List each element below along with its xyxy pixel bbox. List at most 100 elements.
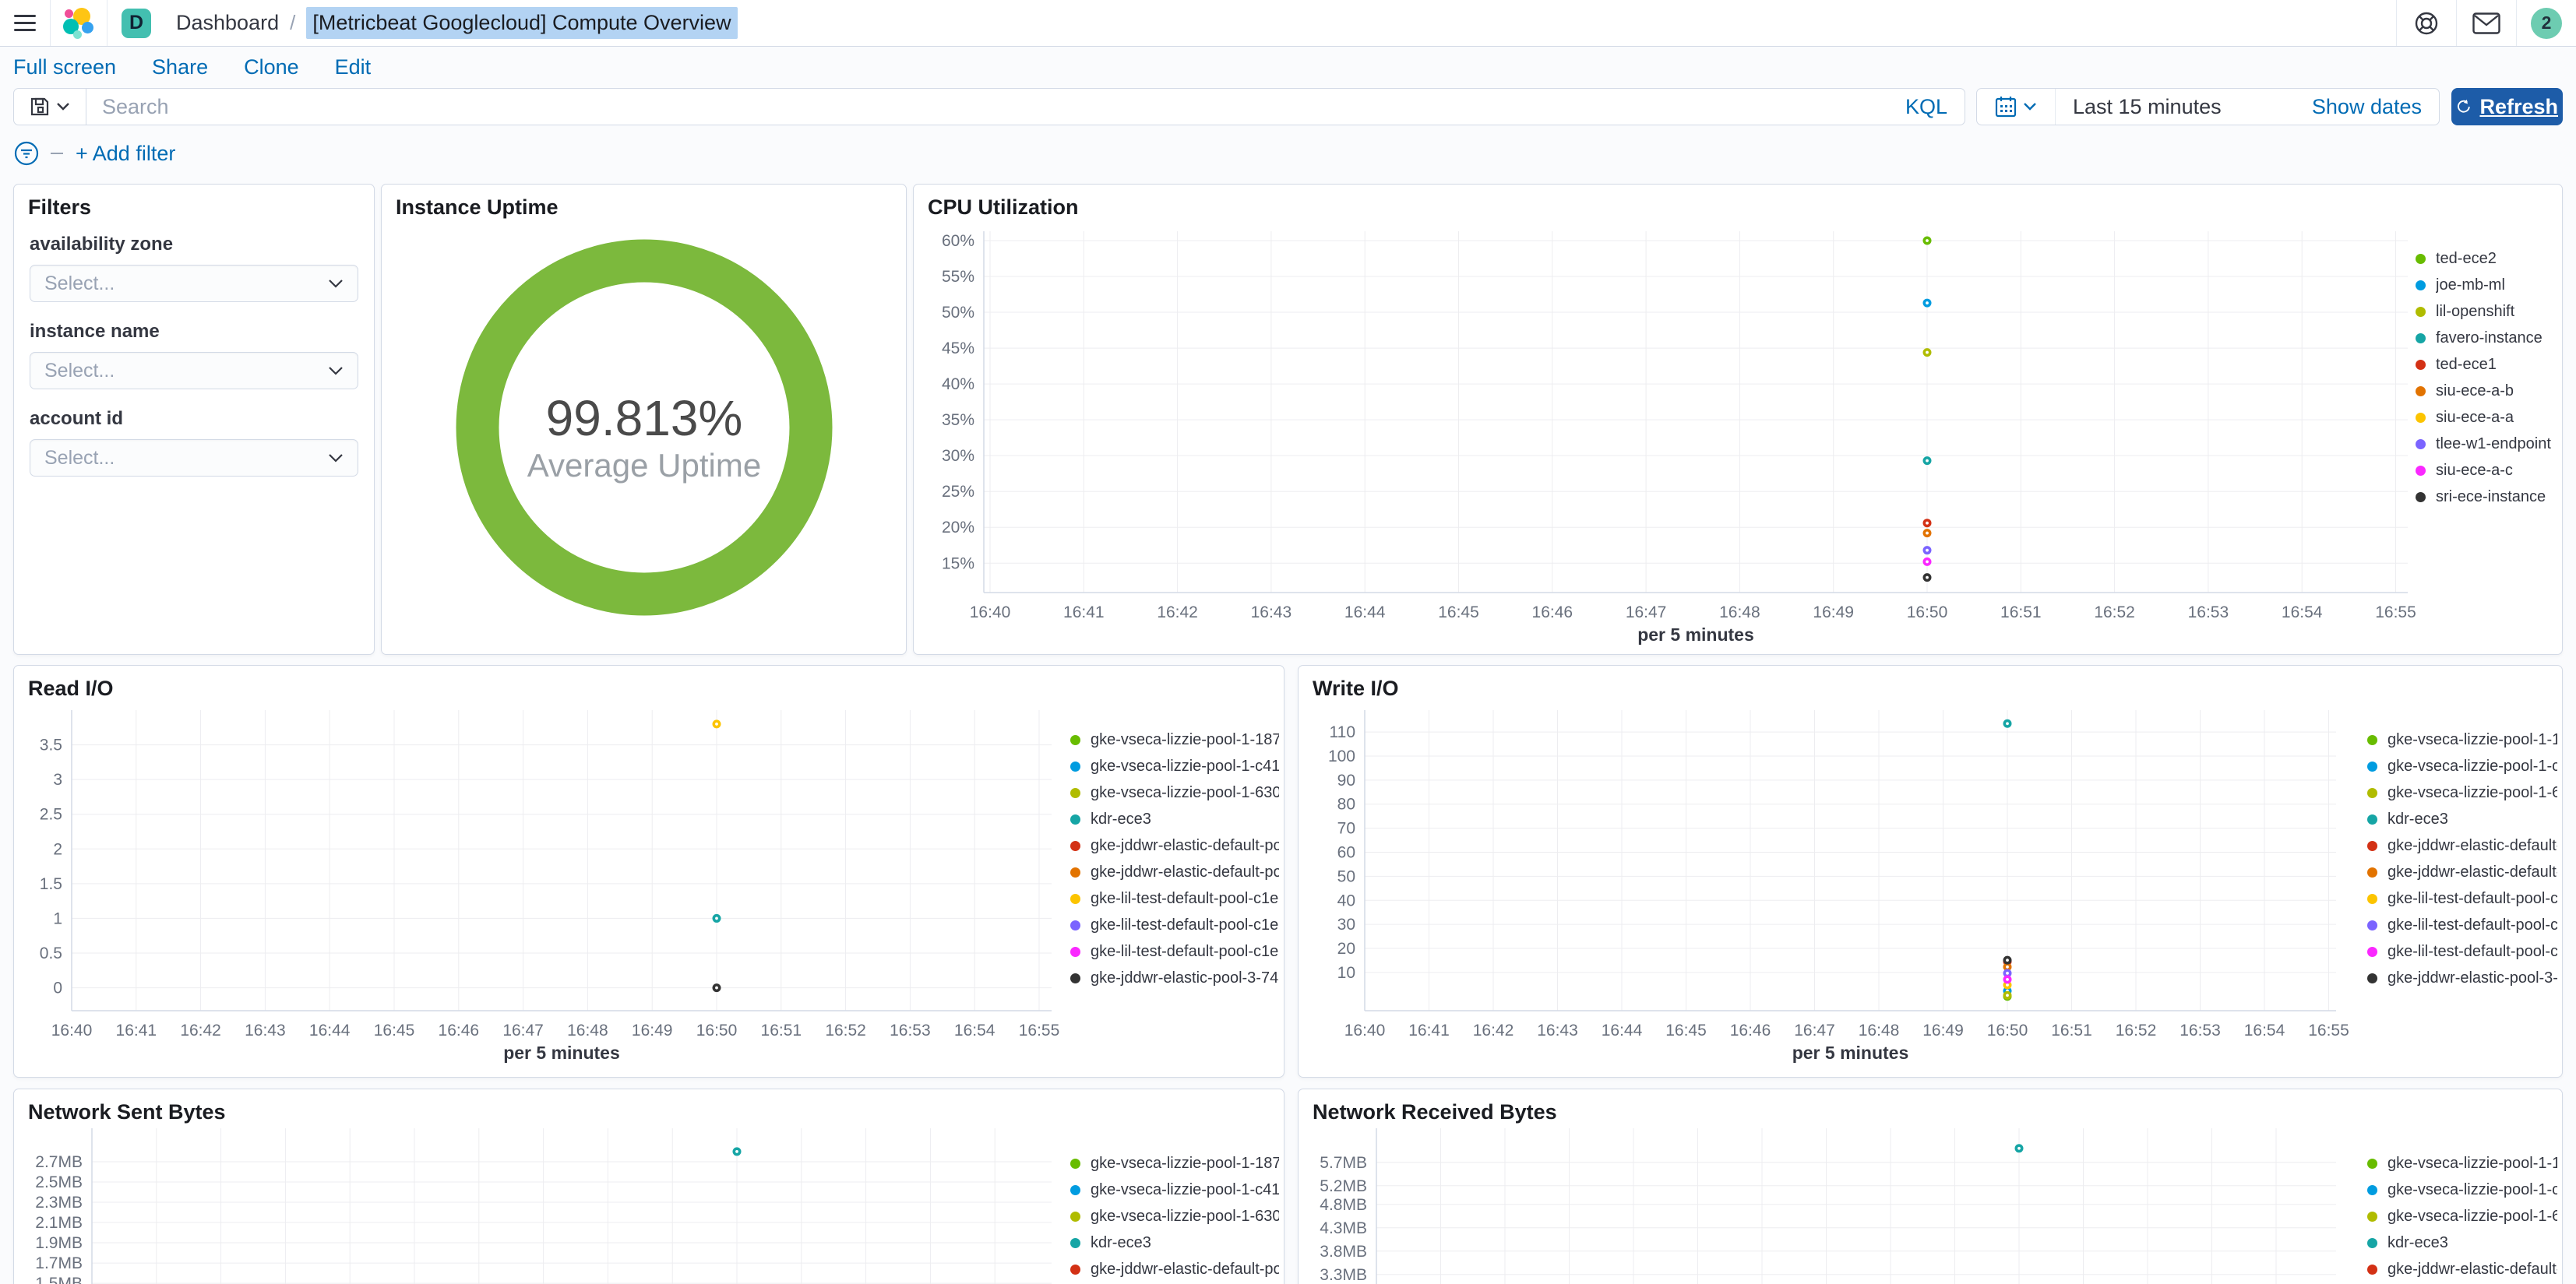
legend-item[interactable]: siu-ece-a-b [2416, 378, 2556, 404]
add-filter-button[interactable]: + Add filter [76, 142, 175, 166]
legend-item[interactable]: favero-instance [2416, 325, 2556, 351]
legend-item[interactable]: gke-jddwr-elastic-default-po... [2367, 1256, 2557, 1282]
legend-item[interactable]: kdr-ece3 [1070, 1229, 1279, 1256]
svg-text:16:52: 16:52 [2094, 603, 2135, 621]
legend-item[interactable]: gke-vseca-lizzie-pool-1-630... [1070, 779, 1279, 806]
svg-text:16:42: 16:42 [1157, 603, 1198, 621]
legend-series-dot [2367, 734, 2377, 745]
account-id-select[interactable]: Select... [30, 439, 358, 477]
time-range-value[interactable]: Last 15 minutes [2056, 89, 2312, 125]
svg-text:16:51: 16:51 [2051, 1022, 2092, 1040]
legend-item[interactable]: gke-jddwr-elastic-default-po... [1070, 832, 1279, 859]
legend-item[interactable]: gke-lil-test-default-pool-c1e... [1070, 912, 1279, 938]
svg-text:16:46: 16:46 [1532, 603, 1573, 621]
legend-item[interactable]: kdr-ece3 [1070, 806, 1279, 832]
network-sent-bytes-panel: Network Sent Bytes 16:4016:4116:4216:431… [13, 1089, 1284, 1284]
legend-item[interactable]: gke-lil-test-default-pool-c1e... [1070, 885, 1279, 912]
legend-item[interactable]: gke-jddwr-elastic-pool-3-74... [1070, 965, 1279, 991]
legend-series-label: gke-lil-test-default-pool-c1e... [2387, 916, 2557, 934]
instance-name-select[interactable]: Select... [30, 352, 358, 389]
legend-item[interactable]: gke-vseca-lizzie-pool-1-c417... [1070, 1177, 1279, 1203]
legend-item[interactable]: gke-vseca-lizzie-pool-1-630... [2367, 779, 2557, 806]
legend-item[interactable]: ted-ece1 [2416, 351, 2556, 378]
legend-item[interactable]: gke-lil-test-default-pool-c1e... [2367, 885, 2557, 912]
svg-text:16:53: 16:53 [890, 1022, 931, 1040]
svg-text:3: 3 [53, 771, 62, 789]
legend-item[interactable]: gke-lil-test-default-pool-c1e... [2367, 938, 2557, 965]
legend-series-label: gke-vseca-lizzie-pool-1-1877... [1091, 730, 1279, 748]
legend-series-label: joe-mb-ml [2436, 276, 2505, 294]
newsfeed-button[interactable] [2457, 0, 2516, 46]
svg-text:16:52: 16:52 [2116, 1022, 2157, 1040]
menu-button[interactable] [0, 0, 50, 46]
legend-item[interactable]: gke-jddwr-elastic-default-po... [1070, 859, 1279, 885]
svg-text:16:47: 16:47 [1794, 1022, 1835, 1040]
svg-text:16:41: 16:41 [1408, 1022, 1450, 1040]
legend-item[interactable]: gke-vseca-lizzie-pool-1-630... [1070, 1203, 1279, 1229]
svg-text:40%: 40% [942, 375, 974, 393]
calendar-icon [1995, 97, 2017, 118]
show-dates-link[interactable]: Show dates [2312, 89, 2439, 125]
clone-link[interactable]: Clone [244, 55, 299, 79]
legend-item[interactable]: gke-vseca-lizzie-pool-1-1877... [2367, 1150, 2557, 1177]
legend-item[interactable]: siu-ece-a-c [2416, 457, 2556, 484]
select-placeholder: Select... [44, 272, 115, 294]
network-sent-bytes-chart: 16:4016:4116:4216:4316:4416:4516:4616:47… [35, 1128, 1052, 1284]
space-badge[interactable]: D [122, 8, 151, 38]
legend-item[interactable]: gke-vseca-lizzie-pool-1-1877... [1070, 1150, 1279, 1177]
legend-item[interactable]: gke-vseca-lizzie-pool-1-1877... [1070, 726, 1279, 753]
chevron-down-icon [2024, 103, 2036, 111]
legend-item[interactable]: lil-openshift [2416, 298, 2556, 325]
legend-item[interactable]: siu-ece-a-a [2416, 404, 2556, 431]
legend-series-dot [2416, 438, 2426, 449]
refresh-button[interactable]: Refresh [2451, 88, 2563, 125]
legend-series-label: tlee-w1-endpoint [2436, 434, 2551, 452]
legend-item[interactable]: gke-vseca-lizzie-pool-1-c417... [2367, 1177, 2557, 1203]
svg-text:16:41: 16:41 [116, 1022, 157, 1040]
breadcrumb-dashboard[interactable]: Dashboard [176, 11, 279, 35]
legend-item[interactable]: tlee-w1-endpoint [2416, 431, 2556, 457]
elastic-logo[interactable] [51, 7, 107, 39]
user-menu-button[interactable]: 2 [2517, 0, 2576, 46]
svg-text:16:54: 16:54 [2282, 603, 2323, 621]
share-link[interactable]: Share [152, 55, 208, 79]
legend-item[interactable]: sri-ece-instance [2416, 484, 2556, 510]
legend-item[interactable]: gke-vseca-lizzie-pool-1-1877... [2367, 726, 2557, 753]
legend-item[interactable]: gke-jddwr-elastic-default-po... [1070, 1256, 1279, 1282]
legend-item[interactable]: joe-mb-ml [2416, 272, 2556, 298]
date-quick-select-button[interactable] [1977, 89, 2056, 125]
legend-item[interactable]: gke-vseca-lizzie-pool-1-630... [2367, 1203, 2557, 1229]
svg-text:1.9MB: 1.9MB [35, 1234, 83, 1252]
legend-item[interactable]: gke-lil-test-default-pool-c1e... [1070, 938, 1279, 965]
legend-series-dot [2416, 253, 2426, 264]
svg-text:16:49: 16:49 [632, 1022, 673, 1040]
legend-series-label: favero-instance [2436, 329, 2543, 347]
svg-text:16:54: 16:54 [2244, 1022, 2285, 1040]
legend-series-label: lil-openshift [2436, 302, 2515, 320]
svg-text:16:45: 16:45 [1665, 1022, 1707, 1040]
help-button[interactable] [2397, 0, 2456, 46]
legend-item[interactable]: ted-ece2 [2416, 245, 2556, 272]
edit-link[interactable]: Edit [335, 55, 372, 79]
search-input[interactable] [86, 89, 1888, 125]
svg-text:2.1MB: 2.1MB [35, 1214, 83, 1232]
legend-series-label: siu-ece-a-a [2436, 408, 2514, 426]
saved-query-button[interactable] [14, 89, 86, 125]
query-language-button[interactable]: KQL [1888, 89, 1965, 125]
legend-item[interactable]: kdr-ece3 [2367, 806, 2557, 832]
svg-text:16:45: 16:45 [374, 1022, 415, 1040]
filter-field-account-id: account id Select... [30, 408, 358, 477]
availability-zone-select[interactable]: Select... [30, 265, 358, 302]
filter-icon[interactable] [13, 140, 40, 167]
legend-item[interactable]: gke-lil-test-default-pool-c1e... [2367, 912, 2557, 938]
legend-item[interactable]: gke-jddwr-elastic-default-po... [2367, 832, 2557, 859]
legend-item[interactable]: gke-jddwr-elastic-default-po... [2367, 859, 2557, 885]
svg-text:16:49: 16:49 [1922, 1022, 1964, 1040]
legend-item[interactable]: kdr-ece3 [2367, 1229, 2557, 1256]
legend-item[interactable]: gke-jddwr-elastic-pool-3-74... [2367, 965, 2557, 991]
svg-text:16:44: 16:44 [309, 1022, 351, 1040]
full-screen-link[interactable]: Full screen [13, 55, 116, 79]
legend-item[interactable]: gke-vseca-lizzie-pool-1-c417... [2367, 753, 2557, 779]
svg-text:3.3MB: 3.3MB [1320, 1266, 1367, 1284]
legend-item[interactable]: gke-vseca-lizzie-pool-1-c417... [1070, 753, 1279, 779]
